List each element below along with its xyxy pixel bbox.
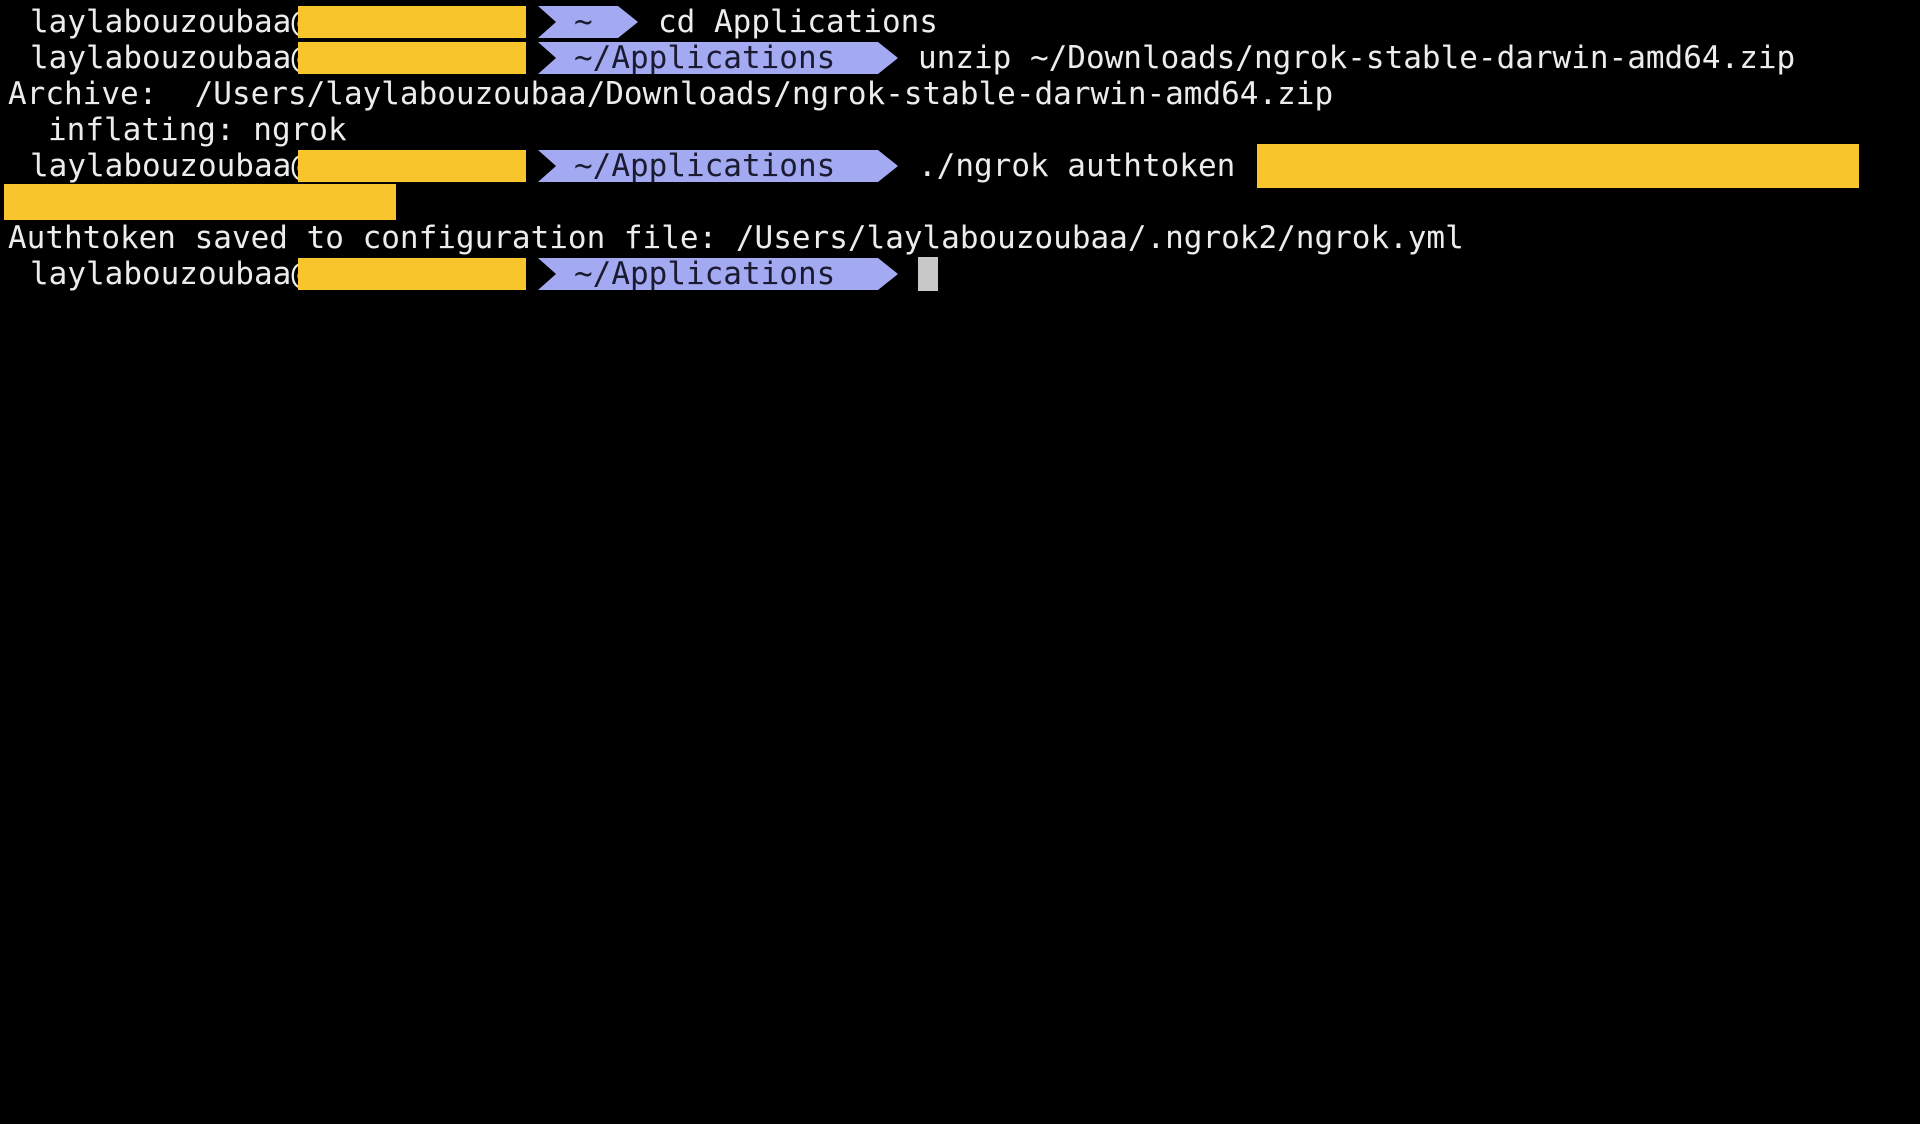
redacted-hostname xyxy=(298,42,526,74)
prompt-directory-segment: ~/Applications xyxy=(538,150,898,182)
redacted-authtoken-continuation xyxy=(4,184,396,220)
output-text: Authtoken saved to configuration file: /… xyxy=(8,220,1464,256)
redacted-hostname xyxy=(298,150,526,182)
prompt-directory-segment: ~/Applications xyxy=(538,258,898,290)
prompt-user: laylabouzoubaa@ xyxy=(30,256,310,292)
prompt-directory-segment: ~/Applications xyxy=(538,42,898,74)
command-text: cd Applications xyxy=(658,4,938,40)
output-line-authtoken-saved: Authtoken saved to configuration file: /… xyxy=(0,220,1920,256)
prompt-line-2: laylabouzoubaa@ ~/Applications unzip ~/D… xyxy=(0,40,1920,76)
command-text: ./ngrok authtoken xyxy=(918,148,1236,184)
prompt-line-1: laylabouzoubaa@ ~ cd Applications xyxy=(0,4,1920,40)
redacted-hostname xyxy=(298,6,526,38)
text-cursor[interactable] xyxy=(918,257,938,291)
redacted-hostname xyxy=(298,258,526,290)
redacted-authtoken xyxy=(1257,144,1860,188)
output-line-archive: Archive: /Users/laylabouzoubaa/Downloads… xyxy=(0,76,1920,112)
wrapped-token-row xyxy=(0,184,1920,220)
output-line-inflating: inflating: ngrok xyxy=(0,112,1920,148)
prompt-line-3: laylabouzoubaa@ ~/Applications ./ngrok a… xyxy=(0,144,1920,188)
prompt-user: laylabouzoubaa@ xyxy=(30,40,310,76)
terminal-window[interactable]: laylabouzoubaa@ ~ cd Applications laylab… xyxy=(0,0,1920,1124)
prompt-user: laylabouzoubaa@ xyxy=(30,4,310,40)
prompt-line-4[interactable]: laylabouzoubaa@ ~/Applications xyxy=(0,256,1920,292)
prompt-user: laylabouzoubaa@ xyxy=(30,148,310,184)
prompt-directory-segment: ~ xyxy=(538,6,638,38)
output-text: inflating: ngrok xyxy=(48,112,347,148)
command-text: unzip ~/Downloads/ngrok-stable-darwin-am… xyxy=(918,40,1796,76)
output-text: Archive: /Users/laylabouzoubaa/Downloads… xyxy=(8,76,1334,112)
